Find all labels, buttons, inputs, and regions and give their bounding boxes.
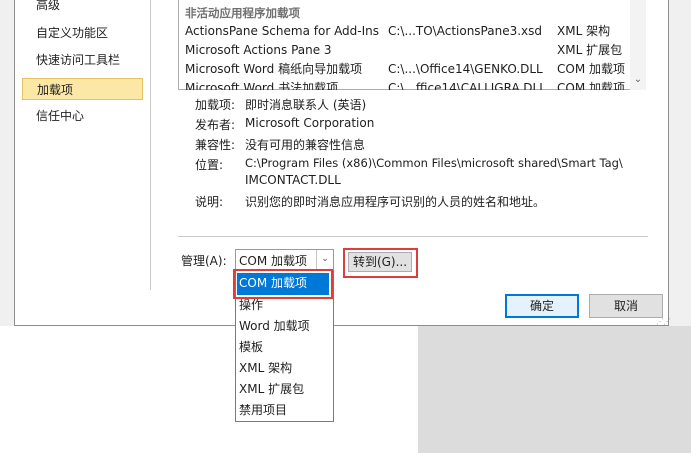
addin-location: C:\...ffice14\CALLIGRA.DLL bbox=[388, 81, 546, 90]
addin-name: Microsoft Word 稿纸向导加载项 bbox=[185, 62, 363, 76]
addin-name: ActionsPane Schema for Add-Ins bbox=[185, 24, 380, 38]
detail-label: 兼容性: bbox=[195, 138, 236, 152]
sidebar-item-label: 自定义功能区 bbox=[36, 26, 109, 40]
detail-value: C:\Program Files (x86)\Common Files\micr… bbox=[245, 156, 623, 170]
detail-value: 没有可用的兼容性信息 bbox=[245, 138, 366, 152]
chevron-down-icon[interactable]: ⌄ bbox=[630, 73, 646, 89]
sidebar-item-label: 高级 bbox=[36, 0, 61, 12]
detail-value: 识别您的即时消息应用程序可识别的人员的姓名和地址。 bbox=[245, 195, 546, 209]
cancel-button[interactable]: 取消 bbox=[589, 294, 663, 318]
addin-type: XML 扩展包 bbox=[557, 43, 623, 57]
detail-value: Microsoft Corporation bbox=[245, 116, 375, 130]
detail-label: 说明: bbox=[195, 195, 224, 209]
addin-location: C:\...TO\ActionsPane3.xsd bbox=[388, 24, 543, 38]
detail-label: 位置: bbox=[195, 158, 224, 172]
dropdown-option[interactable]: 模板 bbox=[239, 337, 263, 358]
sidebar-item-label: 信任中心 bbox=[36, 109, 85, 123]
detail-value: IMCONTACT.DLL bbox=[245, 173, 341, 187]
divider bbox=[178, 236, 648, 237]
dropdown-option[interactable]: XML 架构 bbox=[239, 358, 292, 379]
background-panel-gray bbox=[418, 326, 691, 453]
section-header: 非活动应用程序加载项 bbox=[185, 6, 300, 20]
chevron-down-icon[interactable]: ⌄ bbox=[316, 250, 333, 269]
dropdown-option[interactable]: Word 加载项 bbox=[239, 316, 310, 337]
manage-select-value: COM 加载项 bbox=[239, 254, 307, 268]
detail-label: 发布者: bbox=[195, 118, 236, 132]
dropdown-option[interactable]: XML 扩展包 bbox=[239, 379, 304, 400]
ok-button[interactable]: 确定 bbox=[505, 294, 579, 318]
addin-name: Microsoft Word 书法加载项 bbox=[185, 81, 339, 90]
dropdown-option[interactable]: 禁用项目 bbox=[239, 400, 287, 421]
manage-label: 管理(A): bbox=[181, 254, 227, 268]
addin-type: XML 架构 bbox=[557, 24, 611, 38]
detail-value: 即时消息联系人 (英语) bbox=[245, 98, 367, 112]
sidebar-item-addins[interactable]: 加载项 bbox=[22, 78, 143, 100]
background-panel bbox=[0, 326, 418, 453]
go-button[interactable]: 转到(G)... bbox=[348, 252, 412, 272]
addin-type: COM 加载项 bbox=[557, 81, 625, 90]
sidebar-divider bbox=[150, 0, 151, 290]
sidebar-item-label: 加载项 bbox=[37, 83, 74, 97]
resize-grip-icon[interactable]: ⋰⋰ bbox=[656, 317, 671, 326]
sidebar-item-trust-center[interactable]: 信任中心 bbox=[22, 105, 143, 127]
addin-type: COM 加载项 bbox=[557, 62, 625, 76]
highlight-frame bbox=[233, 269, 333, 299]
manage-select[interactable]: COM 加载项 ⌄ bbox=[235, 249, 334, 270]
sidebar-item-quick-access-toolbar[interactable]: 快速访问工具栏 bbox=[22, 49, 143, 71]
sidebar-item-advanced[interactable]: 高级 bbox=[22, 0, 143, 16]
detail-label: 加载项: bbox=[195, 98, 236, 112]
sidebar-item-label: 快速访问工具栏 bbox=[36, 53, 121, 67]
list-item-clip: Microsoft Word 书法加载项 C:\...ffice14\CALLI… bbox=[179, 80, 629, 90]
addin-location: C:\...\Office14\GENKO.DLL bbox=[388, 62, 543, 76]
addin-name: Microsoft Actions Pane 3 bbox=[185, 43, 332, 57]
sidebar-item-customize-ribbon[interactable]: 自定义功能区 bbox=[22, 22, 143, 44]
